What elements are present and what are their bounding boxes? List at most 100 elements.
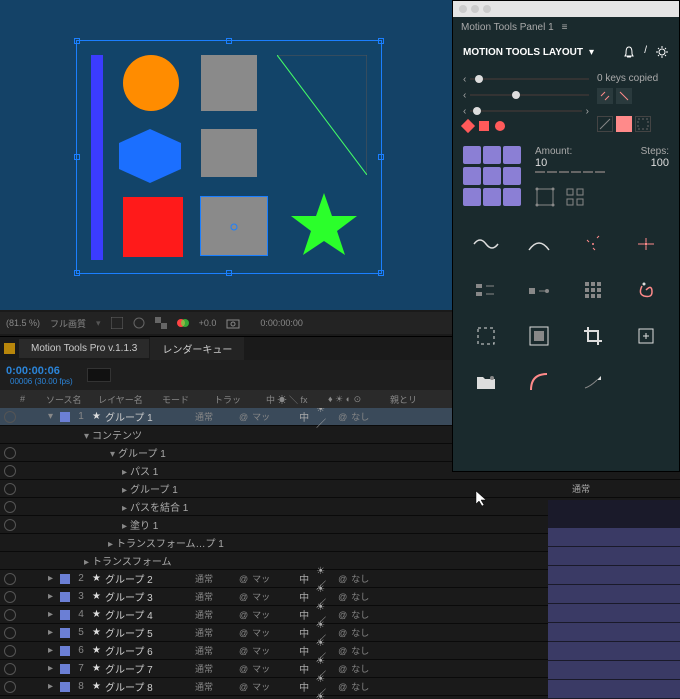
curve-tool[interactable] [513, 359, 567, 405]
bounds-icon[interactable] [535, 187, 555, 207]
grid-icon[interactable] [111, 317, 123, 329]
visibility-toggle[interactable] [4, 411, 16, 423]
tab-render-queue[interactable]: レンダーキュー [150, 337, 244, 360]
gear-icon[interactable] [655, 45, 669, 59]
sequence-tool[interactable] [459, 267, 513, 313]
add-rect-tool[interactable] [620, 313, 674, 359]
current-time[interactable]: 0:00:00:06 [6, 365, 73, 377]
timeline-bars[interactable] [548, 500, 680, 699]
paste-keys-button[interactable] [616, 88, 632, 104]
dropdown-icon[interactable]: ▾ [589, 47, 594, 58]
visibility-toggle[interactable] [4, 483, 16, 495]
transform-handle[interactable] [378, 38, 384, 44]
shape-hexagon [119, 129, 181, 183]
shape-star [289, 191, 359, 261]
visibility-toggle[interactable] [4, 447, 16, 459]
star-icon: ★ [92, 411, 101, 422]
blend-mode[interactable]: 通常 [195, 410, 235, 423]
crop-tool[interactable] [566, 313, 620, 359]
anchor-point-grid[interactable] [463, 146, 521, 207]
transparency-icon[interactable] [155, 317, 167, 329]
slider-section: ‹ ‹ ‹› 0 keys copied [453, 67, 679, 138]
col-parent[interactable]: 親とリ [390, 393, 417, 406]
grid-tool[interactable] [566, 267, 620, 313]
diamond-shape-button[interactable] [461, 119, 475, 133]
visibility-toggle[interactable] [4, 519, 16, 531]
transform-handle[interactable] [378, 270, 384, 276]
shape-square-red [123, 197, 183, 257]
visibility-toggle[interactable] [4, 465, 16, 477]
pink-square-button[interactable] [616, 116, 632, 132]
window-titlebar[interactable] [453, 1, 679, 17]
transform-handle[interactable] [378, 154, 384, 160]
transform-handle[interactable] [226, 38, 232, 44]
label-swatch[interactable] [4, 343, 15, 354]
star-trail-tool[interactable] [566, 359, 620, 405]
sparkle-tool[interactable] [566, 221, 620, 267]
resolution-dropdown[interactable]: フル画質 [50, 317, 86, 330]
label-color[interactable] [60, 412, 70, 422]
anchor-grid-section: Amount:Steps: 10100 [453, 138, 679, 215]
tab-motion-tools[interactable]: Motion Tools Pro v.1.1.3 [19, 339, 149, 358]
snapshot-icon[interactable] [226, 317, 240, 329]
steps-value[interactable]: 100 [651, 157, 669, 169]
viewer-status-bar: (81.5 %) フル画質 ▾ +0.0 0:00:00:00 [0, 312, 452, 334]
wave-tool[interactable] [459, 221, 513, 267]
zoom-value[interactable]: (81.5 %) [6, 318, 40, 328]
composition-canvas[interactable] [76, 40, 382, 274]
line-tool-button[interactable] [597, 116, 613, 132]
bell-icon[interactable] [622, 45, 636, 59]
panel-tab-label[interactable]: Motion Tools Panel 1≡ [453, 17, 679, 37]
square-shape-button[interactable] [479, 121, 489, 131]
visibility-toggle[interactable] [4, 501, 16, 513]
spiral-tool[interactable] [620, 267, 674, 313]
slider[interactable] [470, 110, 581, 112]
col-source[interactable]: ソース名 [46, 393, 86, 406]
shape-square [201, 55, 257, 111]
chevron-left-icon[interactable]: ‹ [463, 74, 466, 85]
exposure-value[interactable]: +0.0 [199, 318, 217, 328]
mask-icon[interactable] [133, 317, 145, 329]
folder-tool[interactable] [459, 359, 513, 405]
arc-tool[interactable] [513, 221, 567, 267]
transform-handle[interactable] [226, 270, 232, 276]
anchor-icon [228, 221, 240, 233]
frame-tool[interactable] [513, 313, 567, 359]
amount-value[interactable]: 10 [535, 157, 547, 169]
frame-info: 00006 (30.00 fps) [10, 377, 73, 386]
anchor-cell[interactable] [463, 146, 481, 164]
shape-triangle-outline [277, 55, 367, 175]
max-dot[interactable] [483, 5, 491, 13]
transform-handle[interactable] [74, 38, 80, 44]
empty-tool[interactable] [620, 359, 674, 405]
panel-header: MOTION TOOLS LAYOUT ▾ / [453, 37, 679, 67]
col-track[interactable]: トラッ [214, 393, 254, 406]
layer-name[interactable]: グループ 1 [105, 409, 195, 424]
chevron-left-icon[interactable]: ‹ [463, 106, 466, 117]
col-mode[interactable]: モード [162, 393, 202, 406]
chevron-right-icon[interactable]: › [586, 106, 589, 117]
slash-icon[interactable]: / [644, 45, 647, 59]
transform-handle[interactable] [74, 270, 80, 276]
copy-keys-button[interactable] [597, 88, 613, 104]
steps-label: Steps: [641, 146, 669, 157]
property-row[interactable]: ▸グループ 1通常 [0, 480, 680, 498]
composition-viewer[interactable] [0, 0, 452, 310]
min-dot[interactable] [471, 5, 479, 13]
col-layer[interactable]: レイヤー名 [98, 393, 150, 406]
dashed-rect-tool[interactable] [459, 313, 513, 359]
slider[interactable] [470, 78, 589, 80]
close-dot[interactable] [459, 5, 467, 13]
color-mgmt-icon[interactable] [177, 317, 189, 329]
chevron-left-icon[interactable]: ‹ [463, 90, 466, 101]
slider[interactable] [470, 94, 589, 96]
break-icon[interactable] [565, 187, 585, 207]
offset-tool[interactable] [513, 267, 567, 313]
shape-bar [91, 55, 103, 260]
search-input[interactable] [87, 368, 111, 382]
converge-tool[interactable] [620, 221, 674, 267]
dashed-tool-button[interactable] [635, 116, 651, 132]
circle-shape-button[interactable] [495, 121, 505, 131]
transform-handle[interactable] [74, 154, 80, 160]
visibility-toggle[interactable] [4, 573, 16, 585]
